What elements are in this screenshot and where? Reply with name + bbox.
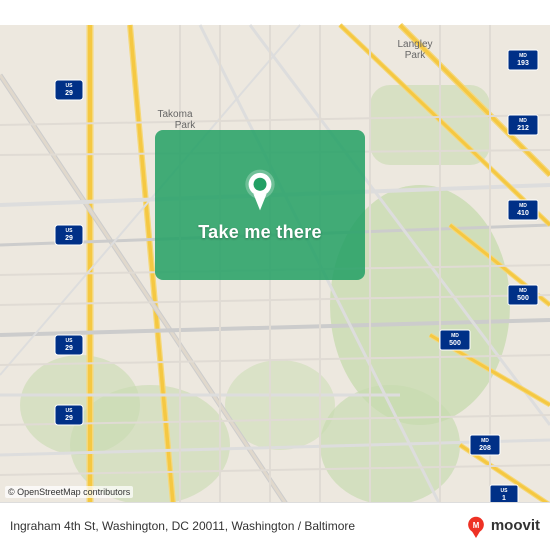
svg-text:29: 29 xyxy=(65,345,73,352)
svg-text:US: US xyxy=(66,83,74,89)
bottom-bar: Ingraham 4th St, Washington, DC 20011, W… xyxy=(0,502,550,550)
svg-text:208: 208 xyxy=(479,445,491,452)
svg-text:MD: MD xyxy=(451,333,459,339)
svg-text:US: US xyxy=(66,338,74,344)
svg-text:US: US xyxy=(501,488,509,494)
moovit-pin-icon: M xyxy=(465,516,487,538)
svg-text:Park: Park xyxy=(405,50,427,61)
moovit-logo: M moovit xyxy=(465,516,540,538)
svg-text:US: US xyxy=(66,228,74,234)
svg-text:500: 500 xyxy=(449,340,461,347)
map-container: US 29 US 29 US 29 US 29 MD 193 MD 212 MD… xyxy=(0,0,550,550)
svg-text:29: 29 xyxy=(65,415,73,422)
take-me-there-button[interactable]: Take me there xyxy=(198,222,322,243)
svg-text:193: 193 xyxy=(517,60,529,67)
location-pin-icon xyxy=(238,168,282,212)
svg-text:500: 500 xyxy=(517,295,529,302)
svg-text:Takoma: Takoma xyxy=(157,109,192,120)
svg-text:US: US xyxy=(66,408,74,414)
svg-text:MD: MD xyxy=(519,118,527,124)
svg-text:MD: MD xyxy=(519,203,527,209)
address-text: Ingraham 4th St, Washington, DC 20011, W… xyxy=(10,518,457,535)
svg-text:MD: MD xyxy=(519,288,527,294)
svg-text:29: 29 xyxy=(65,90,73,97)
svg-text:29: 29 xyxy=(65,235,73,242)
svg-text:212: 212 xyxy=(517,125,529,132)
svg-text:Langley: Langley xyxy=(397,39,432,50)
action-overlay[interactable]: Take me there xyxy=(155,130,365,280)
svg-text:1: 1 xyxy=(502,495,506,502)
svg-text:410: 410 xyxy=(517,210,529,217)
moovit-brand-name: moovit xyxy=(491,518,540,535)
svg-text:M: M xyxy=(473,520,480,529)
svg-text:MD: MD xyxy=(519,53,527,59)
svg-text:MD: MD xyxy=(481,438,489,444)
osm-attribution: © OpenStreetMap contributors xyxy=(5,486,133,498)
